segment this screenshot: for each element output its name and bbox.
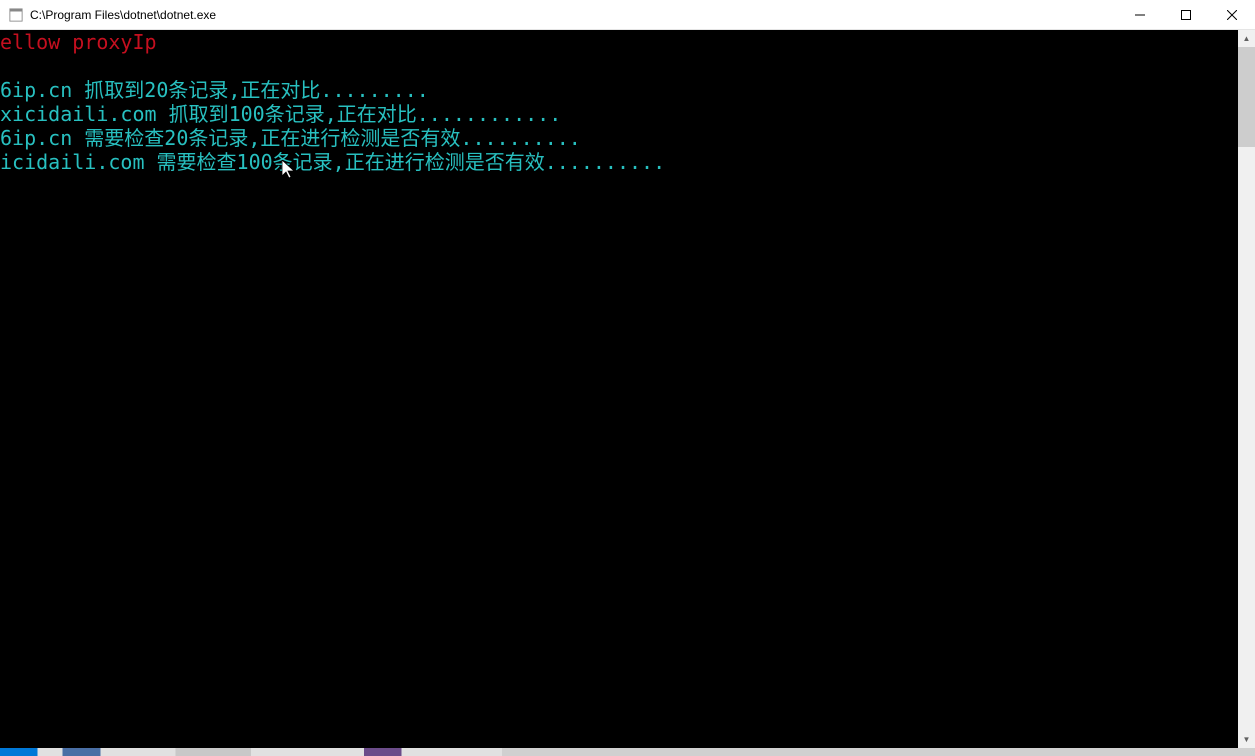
window-title: C:\Program Files\dotnet\dotnet.exe <box>30 8 1117 22</box>
window-controls <box>1117 0 1255 29</box>
close-button[interactable] <box>1209 0 1255 29</box>
console-line: 6ip.cn 需要检查20条记录,正在进行检测是否有效.......... <box>0 126 1238 150</box>
console-output[interactable]: ellow proxyIp 6ip.cn 抓取到20条记录,正在对比......… <box>0 30 1238 748</box>
console-line: xicidaili.com 抓取到100条记录,正在对比............ <box>0 102 1238 126</box>
console-line <box>0 54 1238 78</box>
scroll-thumb[interactable] <box>1238 47 1255 147</box>
window-titlebar: C:\Program Files\dotnet\dotnet.exe <box>0 0 1255 30</box>
taskbar[interactable] <box>0 748 1255 756</box>
scroll-down-arrow[interactable]: ▼ <box>1238 731 1255 748</box>
console-line: ellow proxyIp <box>0 30 1238 54</box>
console-wrapper: ellow proxyIp 6ip.cn 抓取到20条记录,正在对比......… <box>0 30 1255 748</box>
scroll-up-arrow[interactable]: ▲ <box>1238 30 1255 47</box>
vertical-scrollbar[interactable]: ▲ ▼ <box>1238 30 1255 748</box>
console-line: icidaili.com 需要检查100条记录,正在进行检测是否有效......… <box>0 150 1238 174</box>
scroll-track[interactable] <box>1238 47 1255 731</box>
minimize-button[interactable] <box>1117 0 1163 29</box>
console-line: 6ip.cn 抓取到20条记录,正在对比......... <box>0 78 1238 102</box>
app-icon <box>8 7 24 23</box>
maximize-button[interactable] <box>1163 0 1209 29</box>
